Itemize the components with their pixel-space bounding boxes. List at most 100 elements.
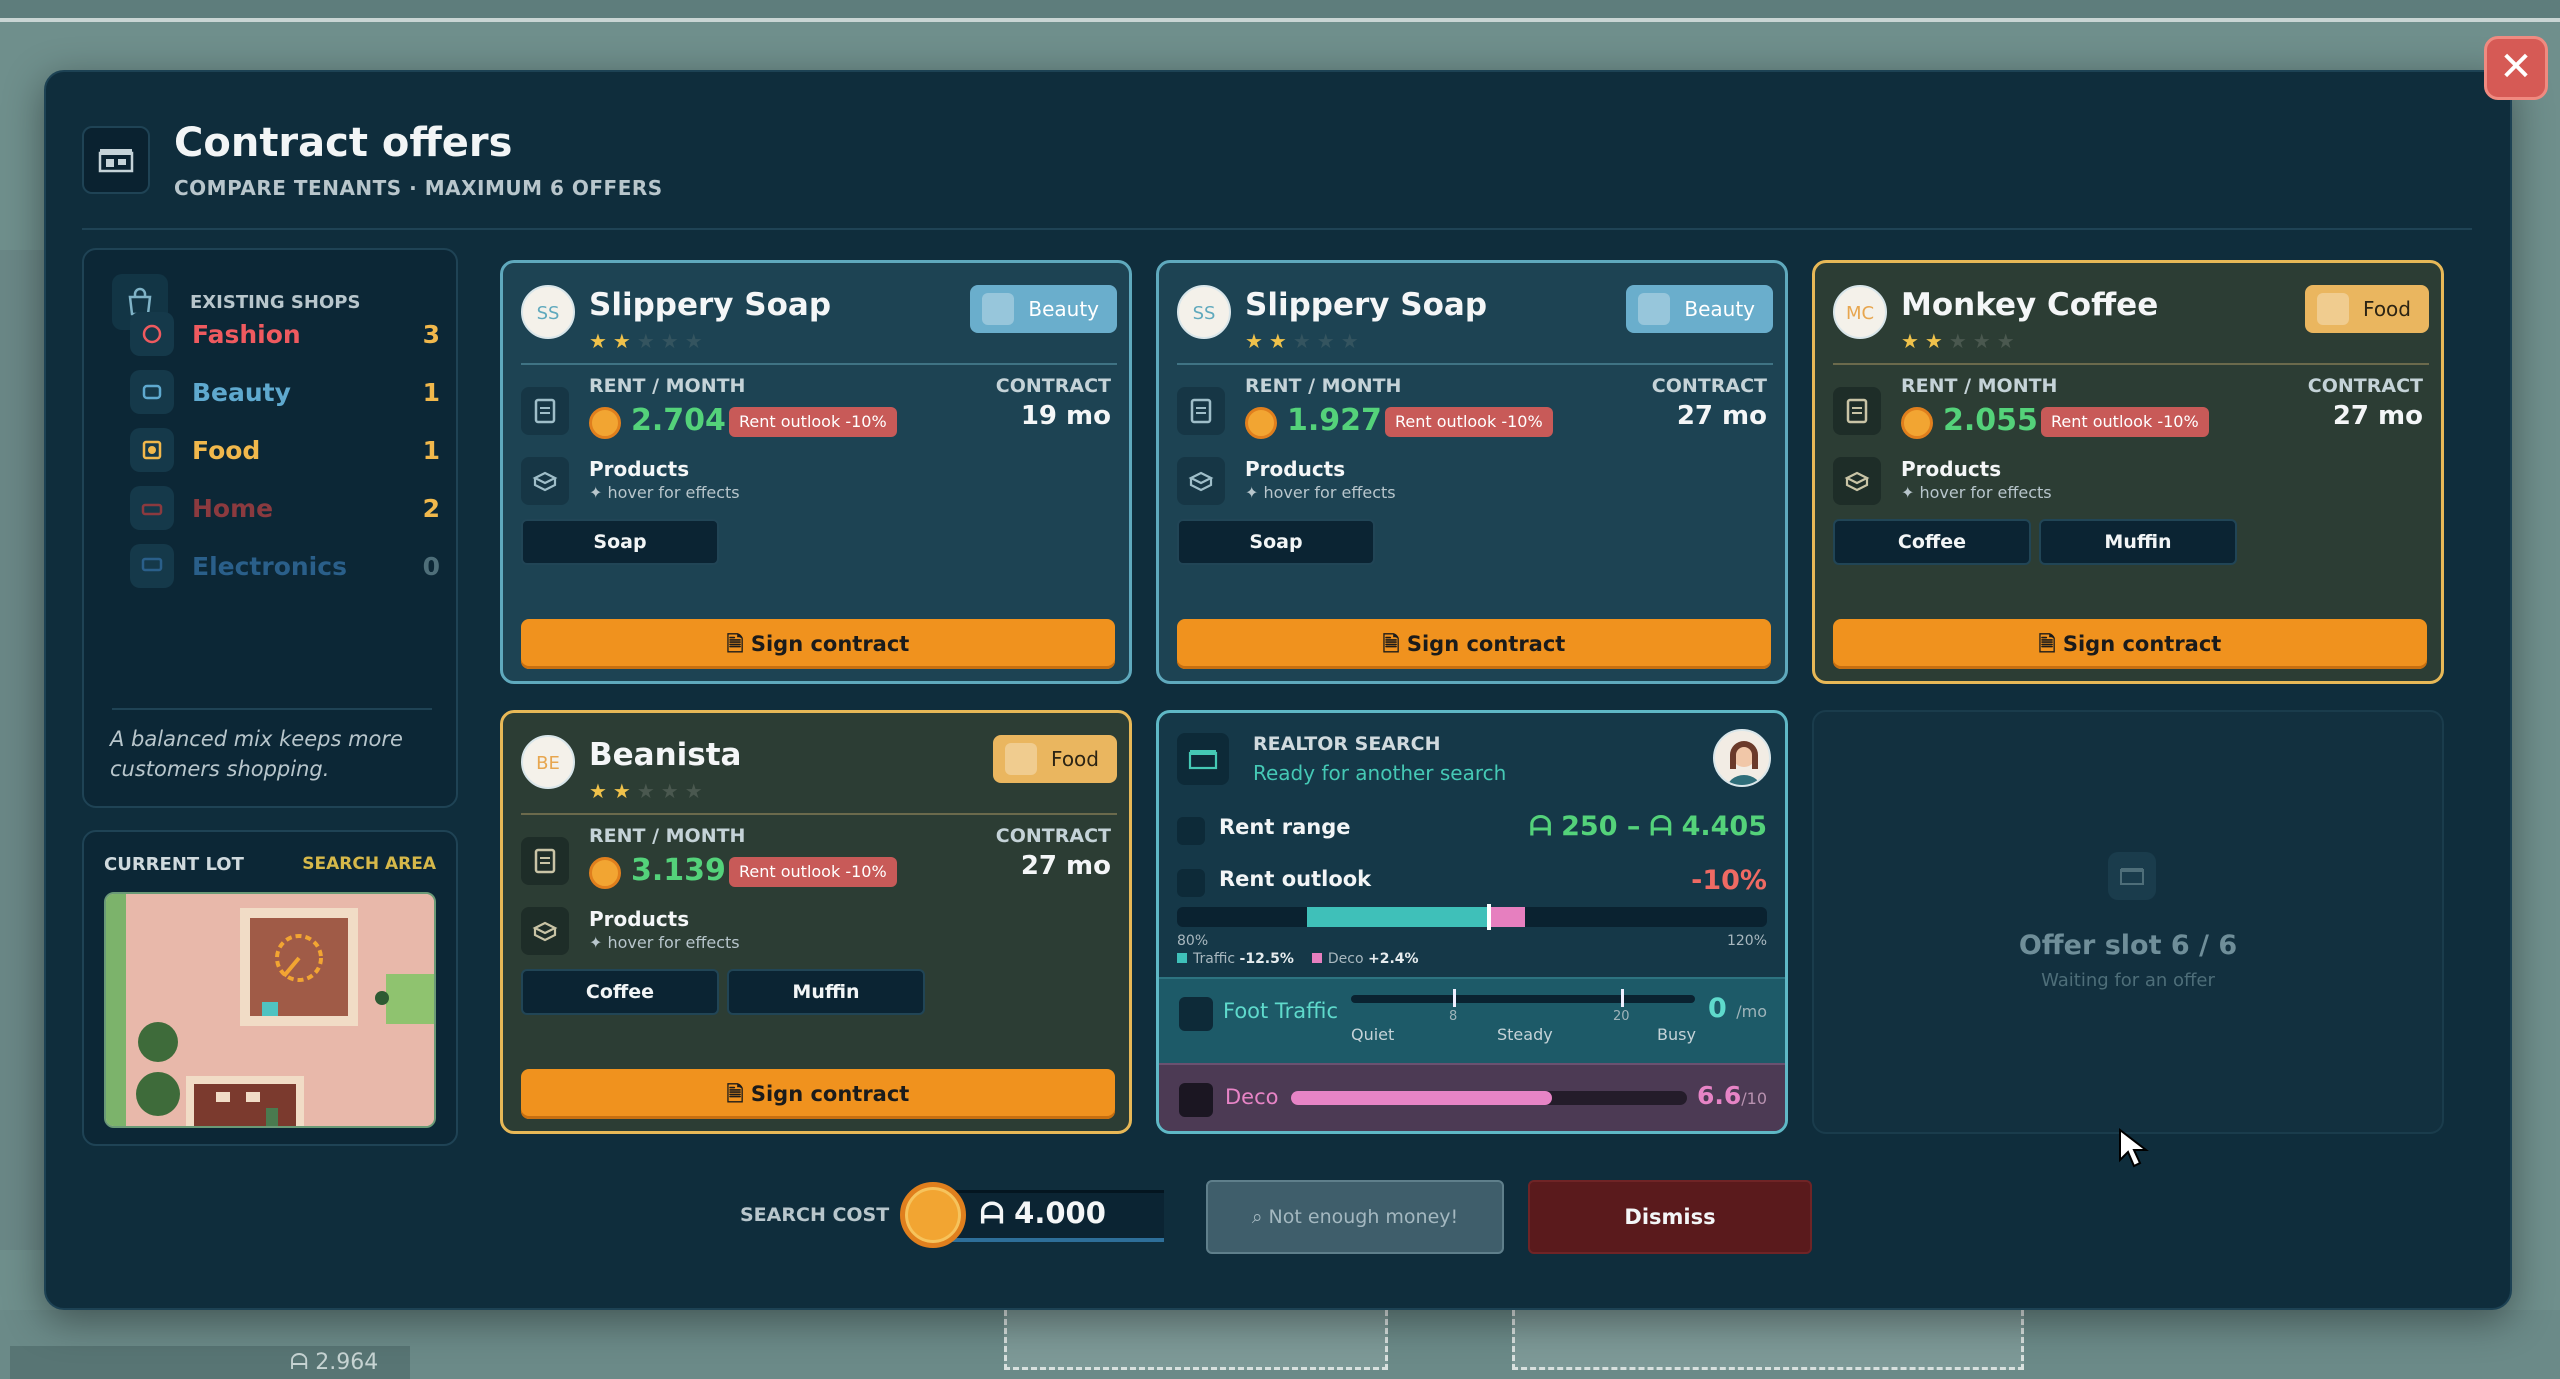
search-button-disabled[interactable]: ⌕ Not enough money! (1206, 1180, 1504, 1254)
deco-label: Deco (1225, 1085, 1279, 1109)
food-icon (1005, 743, 1038, 775)
product-chip[interactable]: Coffee (1833, 519, 2031, 565)
rent-label: RENT / MONTH (1901, 375, 2058, 397)
category-tag: Food (993, 735, 1117, 783)
food-icon (130, 428, 174, 472)
rent-outlook-label: Rent outlook (1219, 867, 1372, 891)
sign-contract-button[interactable]: 🗎 Sign contract (521, 619, 1115, 669)
bar-max-label: 120% (1726, 933, 1767, 949)
coin-icon (900, 1182, 966, 1248)
modal-title: Contract offers (174, 120, 513, 166)
category-tag: Beauty (1626, 285, 1773, 333)
shop-row-home: Home 2 (130, 484, 440, 532)
contract-label: CONTRACT (995, 825, 1111, 847)
outlook-marker (1487, 904, 1491, 930)
traffic-tick-label: 8 (1449, 1009, 1458, 1024)
traffic-scale (1351, 995, 1695, 1003)
search-cost-box: ᗩ 4.000 (900, 1182, 1164, 1248)
shop-label: Beauty (192, 377, 291, 407)
deco-bar-fill (1291, 1091, 1553, 1105)
sign-contract-button[interactable]: 🗎 Sign contract (521, 1069, 1115, 1119)
document-icon (521, 387, 569, 435)
offer-card: BE Beanista ★★★★★ Food RENT / MONTH 3.13… (500, 710, 1132, 1134)
contract-label: CONTRACT (2307, 375, 2423, 397)
beauty-icon (130, 370, 174, 414)
hover-hint: ✦ hover for effects (1901, 483, 2052, 502)
card-divider (1177, 363, 1773, 365)
contract-length: 19 mo (1020, 401, 1111, 431)
mouse-cursor-icon (2118, 1127, 2152, 1172)
fashion-icon (130, 312, 174, 356)
dismiss-button[interactable]: Dismiss (1528, 1180, 1812, 1254)
tenant-name: Monkey Coffee (1901, 287, 2159, 323)
close-button[interactable]: ✕ (2484, 36, 2548, 100)
tenant-avatar: SS (1177, 285, 1231, 339)
shop-label: Electronics (192, 551, 347, 581)
rent-label: RENT / MONTH (589, 375, 746, 397)
document-icon (521, 837, 569, 885)
shop-row-food: Food 1 (130, 426, 440, 474)
offer-slot-title: Offer slot 6 / 6 (2018, 930, 2238, 961)
tenant-name: Beanista (589, 737, 742, 773)
game-background-left (0, 250, 44, 1250)
shop-count: 3 (422, 319, 440, 349)
hover-hint: ✦ hover for effects (589, 483, 740, 502)
search-area-link[interactable]: SEARCH AREA (302, 854, 436, 874)
hover-hint: ✦ hover for effects (589, 933, 740, 952)
footsteps-icon (1179, 997, 1213, 1031)
parking-lot (1512, 1310, 2024, 1370)
rent-value: 1.927 (1287, 403, 1382, 438)
traffic-tick-label: 20 (1613, 1009, 1630, 1024)
traffic-tick (1621, 989, 1624, 1007)
tenant-name: Slippery Soap (589, 287, 832, 323)
rent-value: 3.139 (631, 853, 726, 888)
beauty-icon (1638, 293, 1671, 325)
contract-label: CONTRACT (1651, 375, 1767, 397)
rent-label: RENT / MONTH (589, 825, 746, 847)
products-label[interactable]: Products (589, 457, 689, 481)
traffic-tick (1453, 989, 1456, 1007)
tenant-avatar: MC (1833, 285, 1887, 339)
sign-contract-button[interactable]: 🗎 Sign contract (1833, 619, 2427, 669)
traffic-segment (1307, 907, 1491, 927)
bar-min-label: 80% (1177, 933, 1209, 949)
category-tag: Beauty (970, 285, 1117, 333)
food-icon (2317, 293, 2350, 325)
coin-icon (1901, 407, 1933, 439)
product-chip[interactable]: Muffin (727, 969, 925, 1015)
realtor-search-panel: REALTOR SEARCH Ready for another search … (1156, 710, 1788, 1134)
star-rating: ★★★★★ (589, 329, 709, 353)
contract-length: 27 mo (1676, 401, 1767, 431)
products-label[interactable]: Products (589, 907, 689, 931)
deco-bar (1291, 1091, 1687, 1105)
products-label[interactable]: Products (1245, 457, 1345, 481)
background-money-readout: ᗩ 2.964 (10, 1346, 410, 1379)
deco-segment (1491, 907, 1525, 927)
shop-label: Home (192, 493, 274, 523)
shop-row-beauty: Beauty 1 (130, 368, 440, 416)
shop-row-fashion: Fashion 3 (130, 310, 440, 358)
card-divider (521, 363, 1117, 365)
game-top-bar (0, 0, 2560, 22)
star-rating: ★★★★★ (1245, 329, 1365, 353)
offer-slot-subtitle: Waiting for an offer (2041, 970, 2215, 991)
realtor-title: REALTOR SEARCH (1253, 733, 1441, 755)
products-label[interactable]: Products (1901, 457, 2001, 481)
shop-count: 2 (422, 493, 440, 523)
coin-icon (1245, 407, 1277, 439)
box-icon (1833, 457, 1881, 505)
box-icon (521, 907, 569, 955)
shop-count: 1 (422, 435, 440, 465)
search-cost-value: ᗩ 4.000 (980, 1196, 1106, 1230)
product-chip[interactable]: Soap (521, 519, 719, 565)
product-chip[interactable]: Soap (1177, 519, 1375, 565)
product-chip[interactable]: Coffee (521, 969, 719, 1015)
traffic-steady-label: Steady (1497, 1025, 1553, 1044)
card-divider (1833, 363, 2429, 365)
product-chip[interactable]: Muffin (2039, 519, 2237, 565)
storefront-icon (82, 126, 150, 194)
sign-contract-button[interactable]: 🗎 Sign contract (1177, 619, 1771, 669)
contract-label: CONTRACT (995, 375, 1111, 397)
shop-label: Fashion (192, 319, 301, 349)
empty-offer-slot: Offer slot 6 / 6 Waiting for an offer (1812, 710, 2444, 1134)
